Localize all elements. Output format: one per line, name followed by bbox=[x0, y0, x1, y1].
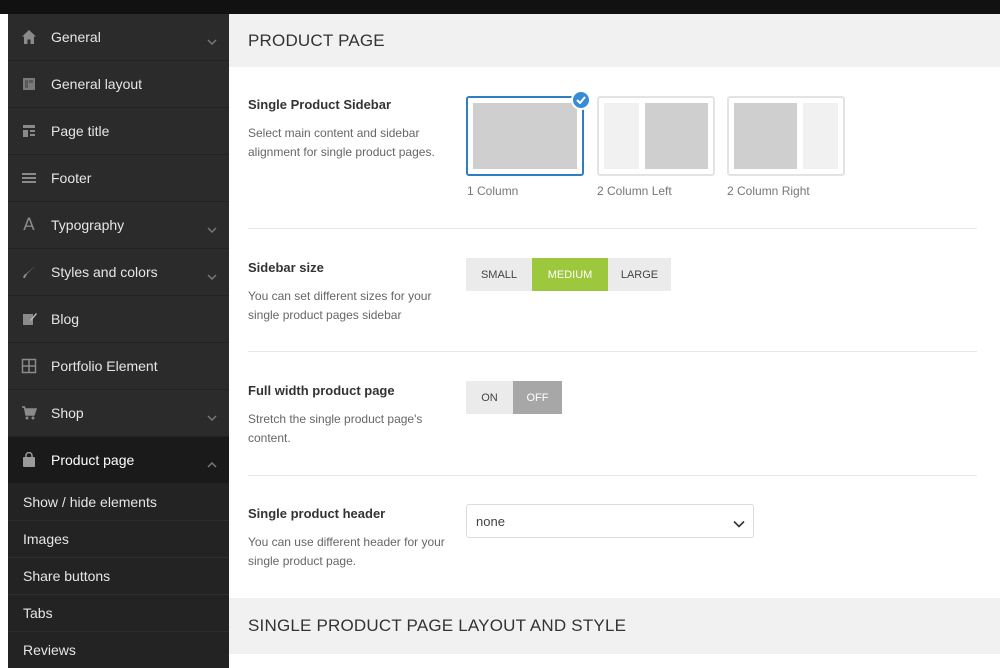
cart-icon bbox=[21, 405, 37, 421]
layout-option-1-column[interactable] bbox=[466, 96, 584, 176]
sidebar-item-label: Portfolio Element bbox=[51, 358, 158, 374]
sidebar-item-label: Product page bbox=[51, 452, 135, 468]
layout-label: 2 Column Right bbox=[727, 184, 810, 198]
grid-icon bbox=[21, 358, 37, 374]
sidebar-item-product-page[interactable]: Product page bbox=[8, 437, 229, 484]
layout-label: 2 Column Left bbox=[597, 184, 672, 198]
option-title: Single Product Sidebar bbox=[248, 97, 392, 112]
chevron-up-icon bbox=[207, 455, 217, 471]
sidebar-subitem-label: Reviews bbox=[23, 642, 76, 658]
sidebar-subitem-label: Show / hide elements bbox=[23, 494, 157, 510]
header-select[interactable]: none bbox=[466, 504, 754, 538]
toggle-off-button[interactable]: OFF bbox=[513, 381, 562, 414]
sidebar-item-typography[interactable]: A Typography bbox=[8, 202, 229, 249]
layout-2-column-right-preview bbox=[734, 103, 838, 169]
home-icon bbox=[21, 29, 37, 45]
sidebar-subitem-images[interactable]: Images bbox=[8, 521, 229, 558]
sidebar-subitem-reviews[interactable]: Reviews bbox=[8, 632, 229, 668]
chevron-down-icon bbox=[207, 267, 217, 283]
full-width-toggle: ON OFF bbox=[466, 381, 562, 414]
option-description: You can set different sizes for your sin… bbox=[248, 289, 432, 322]
layout-1-column-preview bbox=[473, 103, 577, 169]
sidebar-subitem-share-buttons[interactable]: Share buttons bbox=[8, 558, 229, 595]
sidebar-item-page-title[interactable]: Page title bbox=[8, 108, 229, 155]
sidebar-item-label: Styles and colors bbox=[51, 264, 158, 280]
settings-sidebar: General General layout Page title Footer… bbox=[8, 14, 229, 668]
edit-icon bbox=[21, 311, 37, 327]
option-description: You can use different header for your si… bbox=[248, 535, 445, 568]
sidebar-item-label: Footer bbox=[51, 170, 92, 186]
layout-option-2-column-right[interactable] bbox=[727, 96, 845, 176]
chevron-down-icon bbox=[207, 32, 217, 48]
sidebar-item-label: General bbox=[51, 29, 101, 45]
size-medium-button[interactable]: MEDIUM bbox=[532, 258, 608, 291]
layout-label: 1 Column bbox=[467, 184, 519, 198]
option-description: Stretch the single product page's conten… bbox=[248, 412, 423, 445]
section-title: PRODUCT PAGE bbox=[229, 14, 1000, 67]
sidebar-item-portfolio-element[interactable]: Portfolio Element bbox=[8, 343, 229, 390]
typography-icon: A bbox=[23, 215, 35, 235]
option-title: Full width product page bbox=[248, 383, 395, 398]
sidebar-item-footer[interactable]: Footer bbox=[8, 155, 229, 202]
sidebar-item-label: Shop bbox=[51, 405, 84, 421]
chevron-down-icon bbox=[733, 516, 745, 531]
divider bbox=[248, 475, 977, 476]
bag-icon bbox=[21, 452, 37, 468]
option-title: Sidebar size bbox=[248, 260, 324, 275]
section-title-layout-and-style: SINGLE PRODUCT PAGE LAYOUT AND STYLE bbox=[229, 598, 1000, 654]
sidebar-subitem-tabs[interactable]: Tabs bbox=[8, 595, 229, 632]
divider bbox=[248, 351, 977, 352]
footer-icon bbox=[21, 170, 37, 186]
top-bar bbox=[0, 0, 1000, 14]
sidebar-item-shop[interactable]: Shop bbox=[8, 390, 229, 437]
chevron-down-icon bbox=[207, 408, 217, 424]
layout-2-column-left-preview bbox=[604, 103, 708, 169]
sidebar-item-label: Page title bbox=[51, 123, 110, 139]
sidebar-subitem-label: Images bbox=[23, 531, 69, 547]
sidebar-item-blog[interactable]: Blog bbox=[8, 296, 229, 343]
page-title-icon bbox=[21, 123, 37, 139]
sidebar-item-general[interactable]: General bbox=[8, 14, 229, 61]
option-description: Select main content and sidebar alignmen… bbox=[248, 126, 435, 159]
brush-icon bbox=[21, 264, 37, 280]
sidebar-item-label: Typography bbox=[51, 217, 125, 233]
sidebar-item-label: Blog bbox=[51, 311, 80, 327]
sidebar-subitem-label: Tabs bbox=[23, 605, 53, 621]
size-small-button[interactable]: SMALL bbox=[466, 258, 532, 291]
sidebar-subitem-label: Share buttons bbox=[23, 568, 111, 584]
settings-panel: PRODUCT PAGE Single Product Sidebar Sele… bbox=[229, 14, 1000, 668]
sidebar-item-label: General layout bbox=[51, 76, 143, 92]
layout-icon bbox=[21, 76, 37, 92]
option-title: Single product header bbox=[248, 506, 386, 521]
sidebar-size-selector: SMALL MEDIUM LARGE bbox=[466, 258, 671, 291]
sidebar-item-general-layout[interactable]: General layout bbox=[8, 61, 229, 108]
toggle-on-button[interactable]: ON bbox=[466, 381, 513, 414]
divider bbox=[248, 228, 977, 229]
chevron-down-icon bbox=[207, 220, 217, 236]
sidebar-subitem-show-hide-elements[interactable]: Show / hide elements bbox=[8, 484, 229, 521]
check-icon bbox=[571, 90, 591, 110]
select-value: none bbox=[476, 513, 505, 529]
size-large-button[interactable]: LARGE bbox=[608, 258, 671, 291]
layout-option-2-column-left[interactable] bbox=[597, 96, 715, 176]
sidebar-item-styles-and-colors[interactable]: Styles and colors bbox=[8, 249, 229, 296]
